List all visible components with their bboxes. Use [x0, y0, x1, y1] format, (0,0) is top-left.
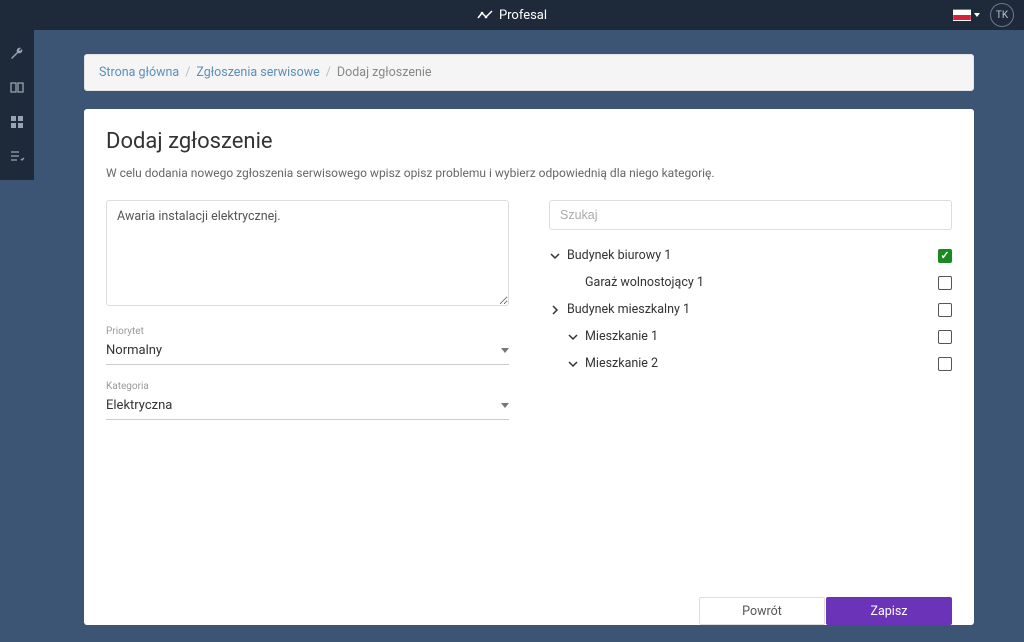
tree-item-label: Mieszkanie 2 [585, 356, 658, 371]
breadcrumb-sep: / [326, 65, 331, 80]
tree-checkbox[interactable] [938, 303, 952, 317]
priority-label: Priorytet [106, 326, 509, 337]
tree-checkbox[interactable] [938, 330, 952, 344]
chevron-down-icon [501, 348, 509, 353]
priority-select[interactable]: Normalny [106, 339, 509, 365]
right-column: Budynek biurowy 1 Garaż wolnostojący 1 Bud… [549, 200, 952, 420]
save-button[interactable]: Zapisz [826, 597, 952, 625]
priority-field: Priorytet Normalny [106, 326, 509, 365]
tree-checkbox[interactable] [938, 249, 952, 263]
tree-row[interactable]: Budynek mieszkalny 1 [549, 296, 952, 323]
caret-down-icon [974, 13, 980, 17]
language-selector[interactable] [953, 9, 980, 21]
tree-item-label: Garaż wolnostojący 1 [585, 275, 704, 290]
page-title: Dodaj zgłoszenie [106, 129, 952, 154]
tree-row[interactable]: Budynek biurowy 1 [549, 242, 952, 269]
tree-row[interactable]: Mieszkanie 2 [549, 350, 952, 377]
breadcrumb-section[interactable]: Zgłoszenia serwisowe [196, 65, 319, 80]
tree-row[interactable]: Garaż wolnostojący 1 [549, 269, 952, 296]
breadcrumb: Strona główna / Zgłoszenia serwisowe / D… [84, 54, 974, 91]
app-logo[interactable]: Profesal [477, 8, 547, 23]
sidebar [0, 30, 34, 180]
category-label: Kategoria [106, 381, 509, 392]
tree-item-label: Budynek biurowy 1 [567, 248, 671, 263]
card-footer: Powrót Zapisz [699, 597, 952, 625]
topbar: Profesal TK [0, 0, 1024, 30]
tree-item-label: Mieszkanie 1 [585, 329, 658, 344]
chevron-down-icon[interactable] [567, 359, 579, 369]
user-avatar[interactable]: TK [990, 3, 1014, 27]
chevron-down-icon[interactable] [549, 251, 561, 261]
chevron-right-icon[interactable] [549, 305, 561, 315]
description-textarea[interactable] [106, 200, 509, 306]
breadcrumb-sep: / [185, 65, 190, 80]
page-subtitle: W celu dodania nowego zgłoszenia serwiso… [106, 166, 952, 180]
wrench-icon[interactable] [9, 46, 25, 62]
back-button[interactable]: Powrót [699, 597, 825, 625]
grid-icon[interactable] [9, 114, 25, 130]
priority-value: Normalny [106, 343, 162, 358]
tree-checkbox[interactable] [938, 357, 952, 371]
breadcrumb-current: Dodaj zgłoszenie [337, 65, 432, 80]
category-select[interactable]: Elektryczna [106, 394, 509, 420]
chevron-down-icon[interactable] [567, 332, 579, 342]
book-icon[interactable] [9, 80, 25, 96]
list-check-icon[interactable] [9, 148, 25, 164]
tree-row[interactable]: Mieszkanie 1 [549, 323, 952, 350]
tree-checkbox[interactable] [938, 276, 952, 290]
location-tree: Budynek biurowy 1 Garaż wolnostojący 1 Bud… [549, 242, 952, 377]
app-name: Profesal [499, 8, 547, 23]
flag-icon [953, 9, 971, 21]
category-field: Kategoria Elektryczna [106, 381, 509, 420]
tree-item-label: Budynek mieszkalny 1 [567, 302, 690, 317]
user-initials: TK [996, 10, 1008, 21]
logo-icon [477, 9, 493, 21]
tree-search-input[interactable] [549, 200, 952, 230]
left-column: Priorytet Normalny Kategoria Elektryczna [106, 200, 509, 420]
content-area: Strona główna / Zgłoszenia serwisowe / D… [34, 30, 1024, 642]
breadcrumb-home[interactable]: Strona główna [99, 65, 179, 80]
form-card: Dodaj zgłoszenie W celu dodania nowego z… [84, 109, 974, 625]
chevron-down-icon [501, 403, 509, 408]
category-value: Elektryczna [106, 398, 172, 413]
